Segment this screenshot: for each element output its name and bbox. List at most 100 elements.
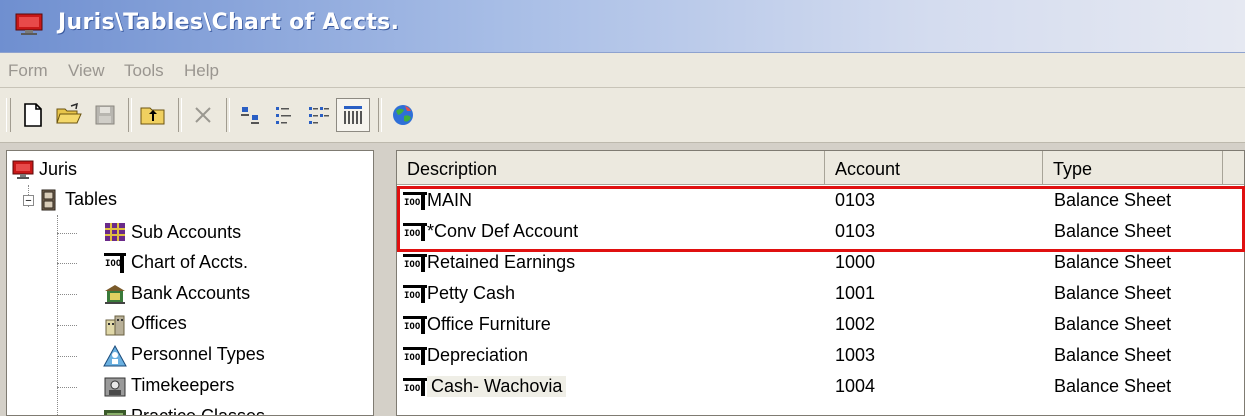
tree-item-bank-accounts[interactable]: Bank Accounts <box>131 283 250 304</box>
new-button[interactable] <box>16 98 50 132</box>
title-bar: Juris\Tables\Chart of Accts. <box>0 0 1245 53</box>
svg-text:IOO: IOO <box>404 322 421 332</box>
menu-tools[interactable]: Tools <box>124 61 164 81</box>
save-icon <box>95 105 115 125</box>
juris-app-icon <box>15 13 43 35</box>
column-header-filler <box>1223 151 1244 185</box>
menu-view[interactable]: View <box>68 61 105 81</box>
tree-item-chart-of-accts[interactable]: Chart of Accts. <box>131 252 248 273</box>
large-icons-view-icon <box>241 107 259 124</box>
account-icon: IOO <box>403 223 427 241</box>
cell-description: Petty Cash <box>427 283 516 303</box>
menu-bar: Form View Tools Help <box>0 53 1245 88</box>
column-header-type[interactable]: Type <box>1043 151 1223 185</box>
cell-account: 0103 <box>835 221 876 241</box>
save-button[interactable] <box>88 98 122 132</box>
details-view-button[interactable] <box>336 98 370 132</box>
cell-account: 1000 <box>835 252 876 272</box>
menu-form[interactable]: Form <box>8 61 48 81</box>
small-icons-button[interactable] <box>268 98 302 132</box>
account-icon: IOO <box>403 254 427 272</box>
delete-icon <box>195 107 211 123</box>
menu-help[interactable]: Help <box>184 61 219 81</box>
new-document-icon <box>24 103 42 127</box>
tree-item-sub-accounts[interactable]: Sub Accounts <box>131 222 241 243</box>
cell-type: Balance Sheet <box>1054 376 1172 396</box>
cell-description: Cash- Wachovia <box>427 376 567 397</box>
timekeepers-icon <box>104 377 126 397</box>
tables-cabinet-icon <box>41 189 56 211</box>
open-button[interactable] <box>52 98 86 132</box>
cell-type: Balance Sheet <box>1054 190 1172 210</box>
tree-item-timekeepers[interactable]: Timekeepers <box>131 375 234 396</box>
accounts-list[interactable]: Description Account Type IOO MAIN 0103 B… <box>396 150 1245 416</box>
tree-collapse-toggle[interactable]: − <box>23 195 34 207</box>
offices-icon <box>105 315 125 336</box>
column-header-account[interactable]: Account <box>825 151 1043 185</box>
chart-of-accounts-icon: IOO <box>104 253 126 273</box>
toolbar-separator <box>178 98 182 132</box>
cell-description: *Conv Def Account <box>427 221 579 241</box>
column-header-description[interactable]: Description <box>397 151 825 185</box>
tree-item-tables[interactable]: Tables <box>65 189 117 210</box>
list-view-icon <box>309 107 329 124</box>
table-row[interactable]: IOO Retained Earnings 1000 Balance Sheet <box>397 248 1244 279</box>
details-view-icon <box>344 106 362 124</box>
web-button[interactable] <box>386 98 420 132</box>
tree-root-juris[interactable]: Juris <box>39 159 77 180</box>
tree-item-personnel-types[interactable]: Personnel Types <box>131 344 265 365</box>
panel-splitter[interactable] <box>374 150 396 416</box>
tree-connector <box>57 215 58 415</box>
bank-accounts-icon <box>105 285 125 304</box>
small-icons-view-icon <box>276 107 291 124</box>
tree-connector <box>57 325 77 326</box>
tree-connector <box>57 233 77 234</box>
cell-type: Balance Sheet <box>1054 345 1172 365</box>
table-row[interactable]: IOO Office Furniture 1002 Balance Sheet <box>397 310 1244 341</box>
tree-connector <box>57 263 77 264</box>
toolbar-grip[interactable] <box>6 98 11 132</box>
cell-account: 1004 <box>835 376 876 396</box>
svg-text:IOO: IOO <box>404 229 421 239</box>
juris-root-icon <box>12 160 34 179</box>
open-folder-icon <box>56 103 82 124</box>
large-icons-button[interactable] <box>234 98 268 132</box>
cell-description: Depreciation <box>427 345 529 365</box>
account-icon: IOO <box>403 378 427 396</box>
cell-type: Balance Sheet <box>1054 314 1172 334</box>
web-globe-icon <box>393 105 413 125</box>
cell-description: Retained Earnings <box>427 252 576 272</box>
tree-connector <box>57 387 77 388</box>
cell-description: MAIN <box>427 190 472 210</box>
list-view-button[interactable] <box>302 98 336 132</box>
delete-button[interactable] <box>186 98 220 132</box>
cell-type: Balance Sheet <box>1054 221 1172 241</box>
toolbar-separator <box>378 98 382 132</box>
up-folder-button[interactable] <box>136 98 170 132</box>
personnel-types-icon <box>103 345 127 367</box>
svg-text:IOO: IOO <box>404 198 421 208</box>
svg-text:IOO: IOO <box>404 353 421 363</box>
tree-item-offices[interactable]: Offices <box>131 313 187 334</box>
tree-item-practice-classes[interactable]: Practice Classes <box>131 406 265 415</box>
up-folder-icon <box>140 107 165 125</box>
svg-text:IOO: IOO <box>105 259 122 269</box>
table-row[interactable]: IOO *Conv Def Account 0103 Balance Sheet <box>397 217 1244 248</box>
cell-type: Balance Sheet <box>1054 252 1172 272</box>
window-title: Juris\Tables\Chart of Accts. <box>58 10 400 35</box>
svg-text:IOO: IOO <box>404 291 421 301</box>
tree-panel[interactable]: Juris − Tables Sub Accounts IOO Chart of… <box>6 150 374 416</box>
account-icon: IOO <box>403 347 427 365</box>
cell-type: Balance Sheet <box>1054 283 1172 303</box>
toolbar-separator <box>128 98 132 132</box>
cell-account: 1002 <box>835 314 876 334</box>
account-icon: IOO <box>403 316 427 334</box>
tree-connector <box>57 294 77 295</box>
table-row[interactable]: IOO MAIN 0103 Balance Sheet <box>397 186 1244 217</box>
table-row[interactable]: IOO Petty Cash 1001 Balance Sheet <box>397 279 1244 310</box>
account-icon: IOO <box>403 285 427 303</box>
table-row[interactable]: IOO Cash- Wachovia 1004 Balance Sheet <box>397 372 1244 403</box>
cell-account: 0103 <box>835 190 876 210</box>
table-row[interactable]: IOO Depreciation 1003 Balance Sheet <box>397 341 1244 372</box>
svg-text:IOO: IOO <box>404 384 421 394</box>
